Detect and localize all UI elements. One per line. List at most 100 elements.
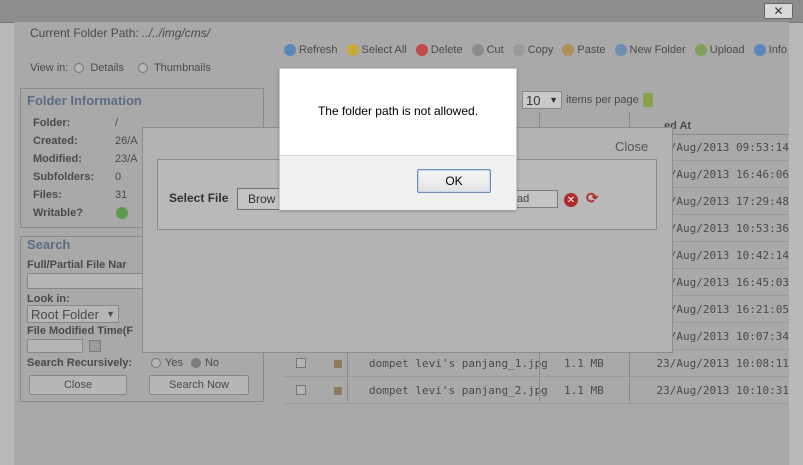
- modified-time-input[interactable]: [27, 339, 83, 353]
- toolbar-upload-button[interactable]: Upload: [694, 44, 745, 56]
- toolbar-info-button[interactable]: Info: [753, 44, 787, 56]
- file-name[interactable]: dompet levi's panjang_1.jpg: [369, 357, 548, 370]
- toolbar-label: Upload: [709, 44, 745, 56]
- ok-button[interactable]: OK: [417, 169, 491, 193]
- folder-info-value: /: [115, 117, 119, 129]
- folder-path-value: ../../img/cms/: [142, 26, 211, 40]
- current-folder-path: Current Folder Path: ../../img/cms/: [30, 26, 210, 40]
- search-close-button[interactable]: Close: [29, 375, 127, 395]
- pager-refresh-icon[interactable]: [642, 93, 653, 107]
- toolbar-select-all-button[interactable]: Select All: [346, 44, 407, 56]
- pager: 10 ▼ items per page: [522, 91, 653, 109]
- upload-icon: [694, 44, 707, 56]
- details-label: Details: [90, 62, 124, 74]
- info-icon: [753, 44, 766, 56]
- modified-time-label: File Modified Time(F: [27, 325, 134, 337]
- table-row[interactable]: dompet levi's panjang_2.jpg 1.1 MB 23/Aug/…: [284, 377, 789, 404]
- file-modified-date: 3/Aug/2013 16:45:03: [663, 276, 789, 289]
- file-modified-date: 3/Aug/2013 10:42:14: [663, 249, 789, 262]
- details-radio[interactable]: [74, 63, 85, 73]
- toolbar-delete-button[interactable]: Delete: [415, 44, 463, 56]
- toolbar-copy-button[interactable]: Copy: [512, 44, 554, 56]
- alert-dialog: The folder path is not allowed. OK: [279, 68, 517, 210]
- ok-label: OK: [445, 174, 463, 188]
- file-modified-date: 3/Aug/2013 09:53:14: [663, 141, 789, 154]
- toolbar: Refresh Select All Delete Cut Copy Paste New F…: [284, 44, 787, 56]
- toolbar-label: Paste: [577, 44, 606, 56]
- file-modified-date: 3/Aug/2013 17:29:48: [663, 195, 789, 208]
- chevron-down-icon: ▼: [106, 309, 115, 319]
- file-modified-date: 3/Aug/2013 16:21:05: [663, 303, 789, 316]
- folder-info-value: 23/A: [115, 153, 138, 165]
- per-page-select[interactable]: 10 ▼: [522, 91, 562, 109]
- per-page-label: items per page: [566, 94, 639, 106]
- file-name[interactable]: dompet levi's panjang_2.jpg: [369, 384, 548, 397]
- folder-info-label: Modified:: [33, 153, 82, 165]
- view-mode: View in: Details Thumbnails: [30, 62, 211, 74]
- thumbnails-radio[interactable]: [137, 63, 148, 73]
- alert-message: The folder path is not allowed.: [317, 104, 479, 118]
- search-now-button[interactable]: Search Now: [149, 375, 249, 395]
- window-close-button[interactable]: ✕: [764, 3, 793, 19]
- upload-dialog-close[interactable]: Close: [615, 139, 648, 154]
- recursive-no-label: No: [204, 357, 220, 369]
- file-modified-date: 23/Aug/2013 10:10:31: [656, 384, 789, 397]
- file-size: 1.1 MB: [564, 384, 604, 397]
- folder-info-value: 31: [115, 189, 128, 201]
- calendar-icon[interactable]: [89, 340, 101, 352]
- folder-info-value: 0: [115, 171, 122, 183]
- refresh-icon: [284, 44, 296, 56]
- file-modified-date: 3/Aug/2013 10:53:36: [663, 222, 789, 235]
- paste-icon: [562, 44, 575, 56]
- recursive-yes-label: Yes: [165, 357, 183, 369]
- view-label: View in:: [30, 62, 69, 74]
- toolbar-paste-button[interactable]: Paste: [562, 44, 606, 56]
- row-checkbox[interactable]: [296, 385, 306, 395]
- toolbar-new-folder-button[interactable]: New Folder: [614, 44, 686, 56]
- recursive-yes-radio[interactable]: [151, 358, 161, 368]
- toolbar-label: New Folder: [629, 44, 686, 56]
- toolbar-label: Refresh: [299, 44, 338, 56]
- remove-icon[interactable]: ✕: [564, 193, 578, 207]
- file-modified-date: 3/Aug/2013 16:46:06: [663, 168, 789, 181]
- toolbar-cut-button[interactable]: Cut: [471, 44, 504, 56]
- browse-button[interactable]: Brow: [237, 188, 281, 210]
- look-in-value: Root Folder: [31, 306, 99, 322]
- writable-check-icon: [116, 207, 128, 219]
- image-file-icon: [334, 360, 342, 368]
- chevron-down-icon: ▼: [549, 95, 558, 105]
- look-in-label: Look in:: [27, 293, 70, 305]
- select-all-icon: [346, 44, 359, 56]
- folder-info-title: Folder Information: [27, 93, 142, 108]
- folder-info-value: 26/A: [115, 135, 138, 147]
- folder-path-label: Current Folder Path:: [30, 26, 139, 40]
- thumbnails-label: Thumbnails: [153, 62, 211, 74]
- image-file-icon: [334, 387, 342, 395]
- window-titlebar: ✕: [0, 0, 803, 23]
- toolbar-label: Delete: [430, 44, 463, 56]
- toolbar-label: Cut: [486, 44, 504, 56]
- reset-icon[interactable]: ⟳: [586, 191, 599, 206]
- upload-button[interactable]: ad: [517, 190, 558, 208]
- recursive-options: Yes No: [151, 357, 219, 369]
- delete-icon: [415, 44, 428, 56]
- app-window: ✕ Current Folder Path: ../../img/cms/ Re…: [0, 0, 803, 465]
- folder-info-label: Files:: [33, 189, 62, 201]
- row-checkbox[interactable]: [296, 358, 306, 368]
- look-in-select[interactable]: Root Folder ▼: [27, 305, 119, 323]
- toolbar-label: Copy: [527, 44, 554, 56]
- folder-info-label: Folder:: [33, 117, 71, 129]
- cut-icon: [471, 44, 484, 56]
- folder-info-label: Subfolders:: [33, 171, 95, 183]
- toolbar-label: Info: [768, 44, 787, 56]
- file-modified-date: 3/Aug/2013 10:07:34: [663, 330, 789, 343]
- toolbar-refresh-button[interactable]: Refresh: [284, 44, 338, 56]
- toolbar-label: Select All: [361, 44, 407, 56]
- table-row[interactable]: dompet levi's panjang_1.jpg 1.1 MB 23/Aug/…: [284, 350, 789, 377]
- recursive-no-radio[interactable]: [190, 358, 201, 368]
- search-name-input[interactable]: [27, 273, 147, 289]
- search-name-label: Full/Partial File Nar: [27, 259, 127, 271]
- upload-label: ad: [517, 193, 530, 205]
- select-file-label: Select File: [169, 191, 229, 205]
- recursive-label: Search Recursively:: [27, 357, 133, 369]
